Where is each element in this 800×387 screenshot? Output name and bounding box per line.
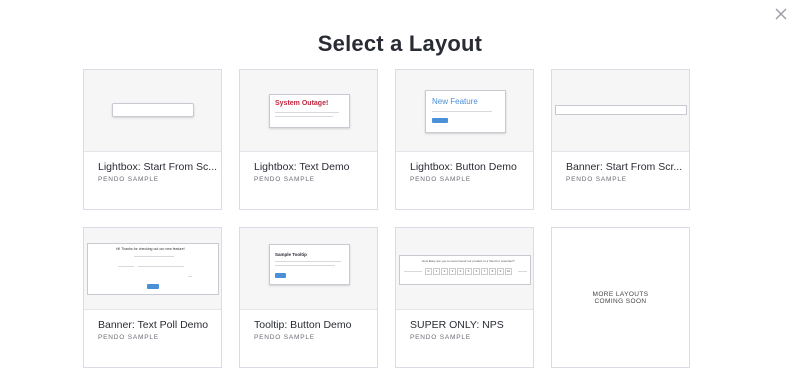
layout-card-lightbox-button[interactable]: New Feature Lightbox: Button Demo PENDO … [395, 69, 534, 210]
layout-preview [84, 70, 221, 152]
layout-card-sublabel: PENDO SAMPLE [254, 334, 315, 341]
preview-text-line [275, 112, 339, 113]
layout-card-banner-start[interactable]: Banner: Start From Scr... PENDO SAMPLE [551, 69, 690, 210]
layout-card-label: Lightbox: Text Demo [254, 161, 350, 173]
nps-score-9: 9 [497, 268, 504, 275]
more-layouts-card: MORE LAYOUTS COMING SOON [551, 227, 690, 368]
preview-empty-banner [555, 105, 687, 115]
nps-score-0: 0 [425, 268, 432, 275]
nps-score-10: 10 [505, 268, 512, 275]
nps-score-2: 2 [441, 268, 448, 275]
layout-grid: Lightbox: Start From Sc... PENDO SAMPLE … [83, 69, 690, 368]
preview-heading: Hi! Thanks for checking out our new feat… [116, 247, 185, 251]
preview-text-line [275, 265, 335, 266]
layout-card-label: Banner: Text Poll Demo [98, 319, 209, 331]
layout-preview: New Feature [396, 70, 533, 152]
preview-text-line [275, 116, 333, 117]
preview-banner: Hi! Thanks for checking out our new feat… [87, 243, 219, 295]
preview-text-line [188, 276, 192, 277]
nps-score-5: 5 [465, 268, 472, 275]
preview-text-line [134, 256, 174, 257]
nps-score-8: 8 [489, 268, 496, 275]
preview-empty-lightbox [112, 103, 194, 117]
layout-preview [552, 70, 689, 152]
nps-score-7: 7 [481, 268, 488, 275]
preview-lightbox: New Feature [425, 90, 506, 133]
layout-card-sublabel: PENDO SAMPLE [254, 176, 315, 183]
layout-card-sublabel: PENDO SAMPLE [410, 176, 471, 183]
preview-text-line [275, 261, 341, 262]
preview-text-line [404, 271, 422, 272]
layout-card-sublabel: PENDO SAMPLE [98, 176, 159, 183]
preview-tooltip: Sample Tooltip [269, 244, 350, 285]
layout-preview: How likely are you to recommend our prod… [396, 228, 533, 310]
preview-heading: System Outage! [275, 100, 329, 107]
layout-card-tooltip-button[interactable]: Sample Tooltip Tooltip: Button Demo PEND… [239, 227, 378, 368]
nps-score-6: 6 [473, 268, 480, 275]
preview-text-line [432, 111, 492, 112]
layout-card-sublabel: PENDO SAMPLE [98, 334, 159, 341]
layout-card-lightbox-start[interactable]: Lightbox: Start From Sc... PENDO SAMPLE [83, 69, 222, 210]
preview-button [275, 273, 286, 278]
preview-text-line [118, 266, 134, 267]
preview-nps-banner: How likely are you to recommend our prod… [399, 255, 531, 285]
more-layouts-line1: MORE LAYOUTS [592, 290, 649, 298]
close-button[interactable] [774, 7, 788, 21]
layout-card-sublabel: PENDO SAMPLE [410, 334, 471, 341]
more-layouts-text: MORE LAYOUTS COMING SOON [552, 228, 689, 367]
preview-input-line [138, 266, 184, 267]
preview-heading: Sample Tooltip [275, 252, 307, 257]
nps-score-1: 1 [433, 268, 440, 275]
layout-card-nps[interactable]: How likely are you to recommend our prod… [395, 227, 534, 368]
page-title: Select a Layout [317, 31, 483, 56]
layout-card-sublabel: PENDO SAMPLE [566, 176, 627, 183]
preview-text-line [518, 271, 527, 272]
layout-card-label: Banner: Start From Scr... [566, 161, 683, 173]
nps-score-3: 3 [449, 268, 456, 275]
more-layouts-line2: COMING SOON [594, 297, 647, 305]
preview-button [147, 284, 159, 289]
preview-button [432, 118, 448, 123]
layout-card-label: Lightbox: Button Demo [410, 161, 517, 173]
layout-preview: Hi! Thanks for checking out our new feat… [84, 228, 221, 310]
nps-score-4: 4 [457, 268, 464, 275]
layout-card-label: SUPER ONLY: NPS [410, 319, 504, 331]
preview-heading: How likely are you to recommend our prod… [422, 259, 515, 263]
layout-preview: Sample Tooltip [240, 228, 377, 310]
layout-preview: System Outage! [240, 70, 377, 152]
layout-card-label: Lightbox: Start From Sc... [98, 161, 218, 173]
layout-card-lightbox-text[interactable]: System Outage! Lightbox: Text Demo PENDO… [239, 69, 378, 210]
layout-card-label: Tooltip: Button Demo [254, 319, 352, 331]
close-icon [775, 8, 787, 20]
preview-heading: New Feature [432, 97, 478, 106]
preview-lightbox: System Outage! [269, 94, 350, 128]
layout-card-banner-poll[interactable]: Hi! Thanks for checking out our new feat… [83, 227, 222, 368]
